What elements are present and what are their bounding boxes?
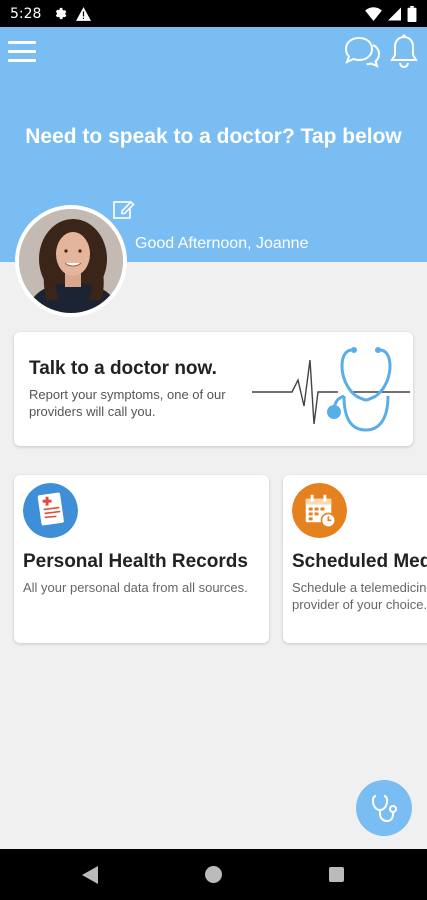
stethoscope-icon [371, 795, 397, 823]
status-time: 5:28 [10, 5, 42, 22]
profile-photo [19, 209, 123, 313]
battery-icon [407, 5, 417, 22]
talk-card-title: Talk to a doctor now. [29, 358, 217, 379]
back-icon[interactable] [82, 866, 98, 884]
scheduled-visits-title: Scheduled Medical Visits [292, 551, 427, 572]
home-icon[interactable] [205, 866, 222, 883]
bell-icon[interactable] [389, 33, 419, 69]
calendar-icon [292, 483, 347, 538]
medical-record-icon [23, 483, 78, 538]
scheduled-visits-description: Schedule a telemedicine visit with a pro… [292, 580, 427, 612]
edit-icon[interactable] [112, 197, 136, 221]
wifi-icon [365, 6, 382, 21]
chat-icon[interactable] [343, 35, 381, 69]
greeting-text: Good Afternoon, Joanne [135, 235, 309, 252]
cell-signal-icon [388, 7, 401, 20]
scheduled-visits-card[interactable]: Scheduled Medical Visits Schedule a tele… [283, 475, 427, 643]
system-nav-bar [0, 849, 427, 900]
settings-icon [56, 7, 67, 20]
stethoscope-fab-button[interactable] [356, 780, 412, 836]
status-bar: 5:28 [0, 0, 427, 27]
stethoscope-heartbeat-icon [252, 347, 410, 432]
talk-to-doctor-card[interactable]: Talk to a doctor now. Report your sympto… [14, 332, 413, 446]
menu-icon[interactable] [8, 41, 36, 63]
phr-title: Personal Health Records [23, 551, 248, 572]
page-headline: Need to speak to a doctor? Tap below [25, 125, 402, 148]
talk-card-subtitle: Report your symptoms, one of our provide… [29, 387, 226, 419]
phr-description: All your personal data from all sources. [23, 580, 248, 595]
avatar[interactable] [15, 205, 127, 317]
app-screen: 5:28 Need to speak to a doctor? Tap belo… [0, 0, 427, 900]
recent-apps-icon[interactable] [329, 867, 344, 882]
warning-icon [76, 6, 92, 21]
personal-health-records-card[interactable]: Personal Health Records All your persona… [14, 475, 269, 643]
